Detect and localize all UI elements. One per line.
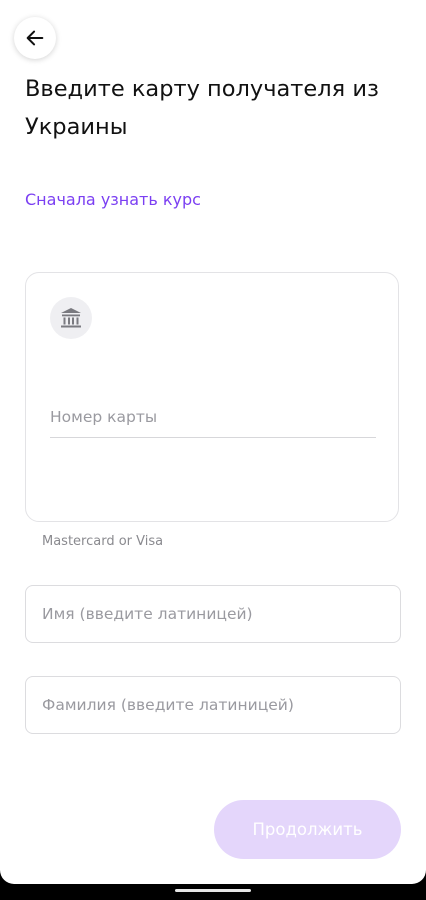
- card-number-input[interactable]: [50, 401, 376, 438]
- check-rate-link[interactable]: Сначала узнать курс: [25, 190, 201, 209]
- first-name-field[interactable]: [25, 585, 401, 643]
- screen: Введите карту получателя из Украины Снач…: [0, 0, 426, 884]
- home-indicator: [175, 889, 251, 892]
- bank-icon-wrap: [50, 297, 92, 339]
- last-name-field[interactable]: [25, 676, 401, 734]
- back-button[interactable]: [14, 17, 56, 59]
- arrow-left-icon: [26, 30, 44, 46]
- bank-icon: [61, 308, 81, 328]
- page-title: Введите карту получателя из Украины: [25, 76, 379, 140]
- continue-button[interactable]: Продолжить: [214, 800, 401, 859]
- card-type-hint: Mastercard or Visa: [42, 534, 164, 549]
- card-number-box: [25, 272, 399, 522]
